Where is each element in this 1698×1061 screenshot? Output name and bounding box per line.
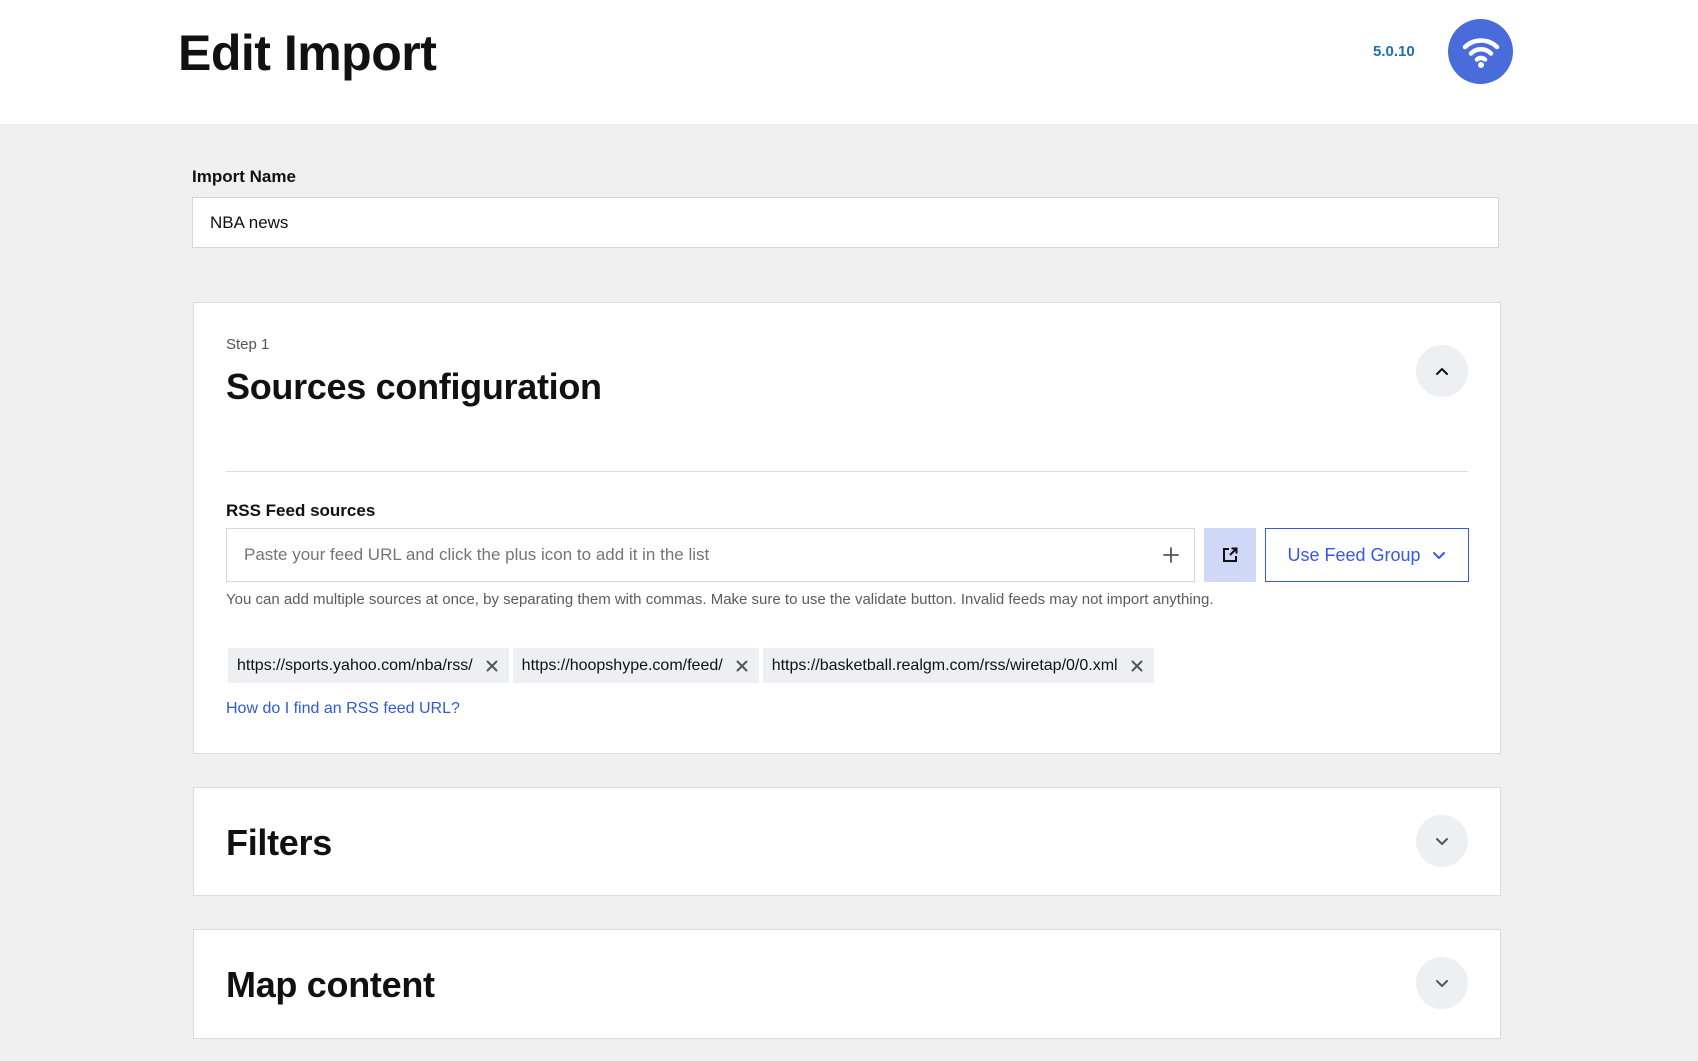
- feed-help-text: You can add multiple sources at once, by…: [226, 591, 1214, 608]
- sources-configuration-title: Sources configuration: [226, 366, 602, 407]
- plus-icon: [1162, 546, 1180, 564]
- chevron-up-icon: [1434, 363, 1450, 379]
- use-feed-group-button[interactable]: Use Feed Group: [1265, 528, 1469, 582]
- chevron-down-icon: [1434, 833, 1450, 849]
- feed-tag: https://sports.yahoo.com/nba/rss/: [228, 648, 509, 683]
- expand-filters-button[interactable]: [1416, 815, 1468, 867]
- feed-tag-url: https://hoopshype.com/feed/: [521, 656, 723, 674]
- chevron-down-icon: [1431, 547, 1447, 563]
- filters-panel: Filters: [193, 787, 1501, 896]
- step-label: Step 1: [226, 336, 270, 353]
- divider: [226, 471, 1468, 472]
- feed-tag-list: https://sports.yahoo.com/nba/rss/ https:…: [228, 648, 1154, 683]
- map-content-panel: Map content: [193, 929, 1501, 1039]
- page-title: Edit Import: [178, 25, 437, 81]
- import-name-label: Import Name: [192, 167, 296, 186]
- close-icon: [486, 660, 498, 672]
- add-feed-button[interactable]: [1156, 540, 1186, 570]
- chevron-down-icon: [1434, 975, 1450, 991]
- map-content-title: Map content: [226, 964, 435, 1005]
- top-bar: Edit Import 5.0.10: [0, 0, 1698, 124]
- filters-title: Filters: [226, 822, 332, 863]
- feed-tag-url: https://sports.yahoo.com/nba/rss/: [237, 656, 473, 674]
- feed-tag: https://basketball.realgm.com/rss/wireta…: [762, 648, 1154, 683]
- import-name-input[interactable]: [192, 197, 1499, 248]
- collapse-sources-button[interactable]: [1416, 345, 1468, 397]
- find-rss-feed-help-link[interactable]: How do I find an RSS feed URL?: [226, 700, 460, 718]
- remove-feed-button[interactable]: [483, 657, 501, 675]
- close-icon: [1131, 660, 1143, 672]
- close-icon: [736, 660, 748, 672]
- expand-map-content-button[interactable]: [1416, 957, 1468, 1009]
- feed-url-input[interactable]: [227, 529, 1127, 581]
- remove-feed-button[interactable]: [1128, 657, 1146, 675]
- external-link-icon: [1221, 546, 1239, 564]
- use-feed-group-label: Use Feed Group: [1287, 544, 1421, 565]
- remove-feed-button[interactable]: [733, 657, 751, 675]
- sources-configuration-panel: Step 1 Sources configuration RSS Feed so…: [193, 302, 1501, 754]
- feed-url-field: [226, 528, 1195, 582]
- version-label: 5.0.10: [1373, 43, 1415, 60]
- feed-tag-url: https://basketball.realgm.com/rss/wireta…: [771, 656, 1118, 674]
- feed-tag: https://hoopshype.com/feed/: [512, 648, 759, 683]
- validate-feeds-button[interactable]: [1204, 528, 1256, 582]
- rss-feed-sources-label: RSS Feed sources: [226, 501, 376, 520]
- wifi-icon: [1448, 19, 1513, 84]
